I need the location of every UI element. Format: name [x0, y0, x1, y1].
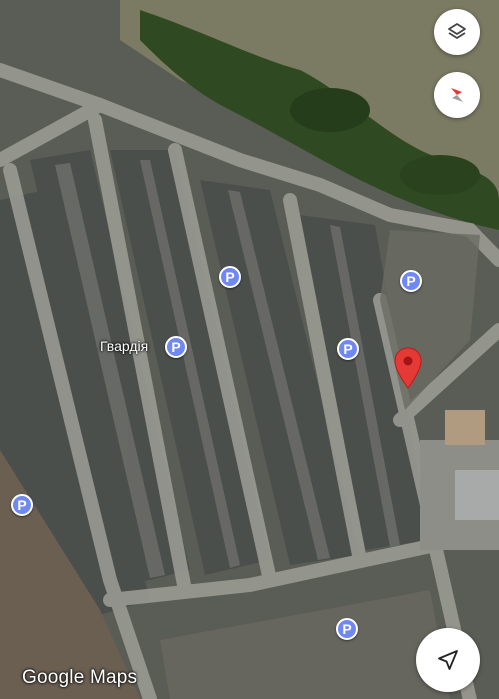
parking-icon[interactable]: P: [165, 336, 187, 358]
place-label: Гвардія: [100, 338, 149, 354]
compass-button[interactable]: [434, 72, 480, 118]
compass-icon: [451, 88, 463, 102]
my-location-button[interactable]: [416, 628, 480, 692]
parking-icon[interactable]: P: [11, 494, 33, 516]
satellite-imagery: [0, 0, 499, 699]
parking-icon[interactable]: P: [336, 618, 358, 640]
layers-button[interactable]: [434, 9, 480, 55]
location-pin-icon[interactable]: [393, 347, 423, 389]
satellite-map[interactable]: P P P P P P Гвардія Google Maps: [0, 0, 499, 699]
parking-icon[interactable]: P: [219, 266, 241, 288]
parking-icon[interactable]: P: [400, 270, 422, 292]
google-maps-watermark: Google Maps: [22, 667, 138, 688]
navigation-arrow-icon: [438, 650, 458, 670]
parking-icon[interactable]: P: [337, 338, 359, 360]
layers-icon: [448, 23, 466, 39]
